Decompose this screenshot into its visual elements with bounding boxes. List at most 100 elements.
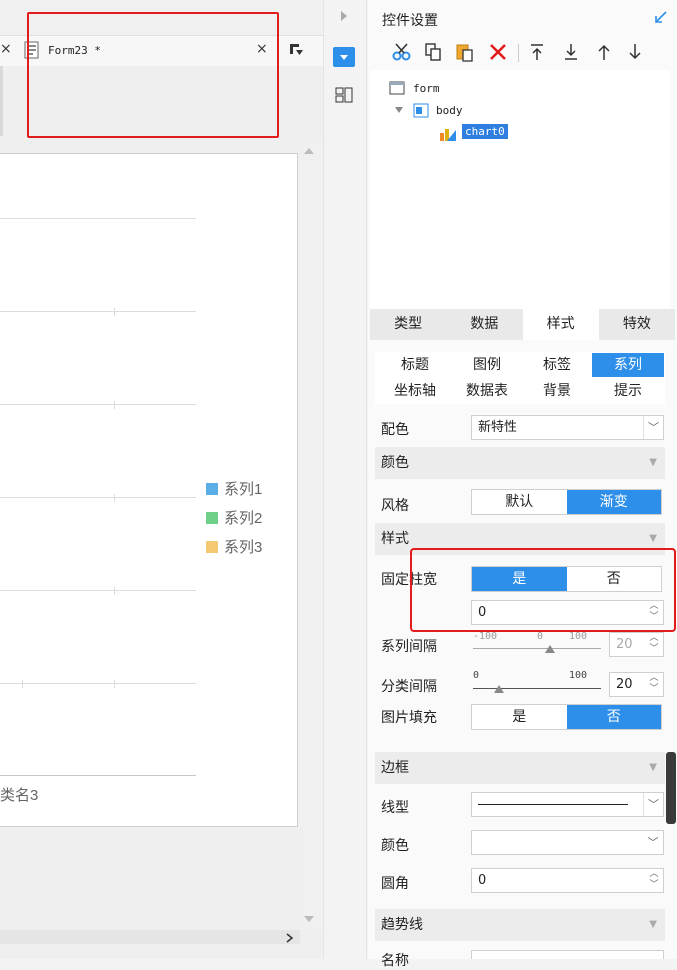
chart-tick — [114, 680, 115, 688]
copy-icon[interactable] — [423, 42, 443, 66]
chart-category-label: 类名3 — [0, 787, 39, 804]
subtab-title[interactable]: 标题 — [379, 353, 451, 377]
tree-node-body[interactable]: body — [436, 104, 463, 117]
series-gap-slider[interactable] — [473, 648, 601, 649]
style-gradient-option[interactable]: 渐变 — [566, 490, 661, 514]
section-color-title: 颜色 — [381, 455, 409, 471]
subtab-data-table[interactable]: 数据表 — [451, 379, 523, 403]
delete-icon[interactable] — [488, 42, 508, 66]
highlight-box-fixed-width — [410, 548, 676, 632]
editor-horizontal-scrollbar[interactable] — [0, 930, 300, 944]
category-gap-thumb[interactable] — [494, 685, 504, 693]
chart-tick — [114, 494, 115, 502]
move-to-top-icon[interactable] — [528, 42, 546, 66]
tab-effects[interactable]: 特效 — [599, 309, 675, 340]
stepper-icon[interactable]: ︿ ﹀ — [645, 673, 663, 696]
subtab-tooltip[interactable]: 提示 — [592, 379, 664, 403]
chevron-down-icon[interactable]: ﹀ — [643, 793, 663, 816]
color-scheme-select[interactable]: 新特性 ﹀ — [471, 415, 664, 440]
form-node-icon — [389, 81, 405, 99]
toolbar-edge — [0, 66, 3, 136]
series-gap-input[interactable]: 20 ︿ ﹀ — [609, 632, 664, 657]
tab-menu-icon[interactable] — [290, 44, 304, 60]
chart-gridline — [0, 311, 196, 312]
subtab-background[interactable]: 背景 — [521, 379, 593, 403]
category-gap-slider[interactable] — [473, 688, 601, 689]
tab-type[interactable]: 类型 — [370, 309, 446, 340]
toolbar-divider — [518, 44, 519, 62]
style-toggle[interactable]: 默认 渐变 — [471, 489, 662, 515]
chart-tick — [114, 587, 115, 595]
section-border-title: 边框 — [381, 760, 409, 776]
legend-label: 系列1 — [224, 481, 263, 498]
body-node-icon — [413, 103, 429, 122]
legend-item-series2: 系列2 — [206, 507, 262, 528]
panel-title: 控件设置 — [382, 13, 438, 29]
corner-input[interactable]: 0 ︿ ﹀ — [471, 868, 664, 893]
prev-tab-close-icon[interactable]: × — [0, 41, 12, 57]
series-gap-label: 系列间隔 — [381, 639, 437, 655]
category-gap-input[interactable]: 20 ︿ ﹀ — [609, 672, 664, 697]
section-caret-icon: ▼ — [649, 919, 657, 930]
panel-scrollbar-thumb[interactable] — [666, 752, 676, 824]
series-gap-thumb[interactable] — [545, 645, 555, 653]
subtab-axis[interactable]: 坐标轴 — [379, 379, 451, 403]
image-fill-no-option[interactable]: 否 — [566, 705, 661, 729]
layout-grid-icon[interactable] — [335, 86, 353, 108]
style-sub-tabs: 标题 图例 标签 系列 坐标轴 数据表 背景 提示 — [375, 352, 665, 404]
move-down-icon[interactable] — [626, 42, 644, 66]
legend-swatch — [206, 540, 218, 553]
chart-gridline — [0, 404, 196, 405]
paste-icon[interactable] — [455, 42, 475, 66]
subtab-label[interactable]: 标签 — [521, 353, 593, 377]
legend-swatch — [206, 511, 218, 524]
expand-arrow-icon[interactable] — [341, 11, 347, 21]
section-color[interactable]: 颜色 ▼ — [375, 447, 665, 479]
legend-item-series3: 系列3 — [206, 536, 262, 557]
solid-line-preview — [478, 804, 628, 805]
widget-settings-icon[interactable] — [333, 47, 355, 67]
image-fill-yes-option[interactable]: 是 — [472, 705, 567, 729]
series-gap-max: 100 — [569, 631, 588, 642]
chart-tick — [22, 680, 23, 688]
section-border[interactable]: 边框 ▼ — [375, 752, 665, 784]
section-caret-icon: ▼ — [649, 457, 657, 468]
name-input[interactable] — [471, 950, 664, 959]
tab-data[interactable]: 数据 — [446, 309, 522, 340]
scroll-down-icon[interactable] — [304, 916, 314, 922]
move-up-icon[interactable] — [595, 42, 613, 66]
image-fill-label: 图片填充 — [381, 710, 437, 726]
legend-item-series1: 系列1 — [206, 478, 262, 499]
section-trendline[interactable]: 趋势线 ▼ — [375, 909, 665, 941]
category-gap-max: 100 — [569, 670, 588, 681]
scroll-right-icon[interactable] — [286, 932, 294, 947]
tab-style[interactable]: 样式 — [522, 309, 599, 340]
editor-vertical-scrollbar[interactable] — [298, 140, 322, 930]
scroll-up-icon[interactable] — [304, 148, 314, 154]
highlight-box-tab — [27, 12, 279, 138]
chevron-down-icon[interactable]: ﹀ — [643, 831, 663, 854]
tree-node-chart0[interactable]: chart0 — [462, 124, 508, 139]
image-fill-toggle[interactable]: 是 否 — [471, 704, 662, 730]
line-type-label: 线型 — [381, 800, 409, 816]
chart-gridline — [0, 683, 196, 684]
subtab-legend[interactable]: 图例 — [451, 353, 523, 377]
section-style-title: 样式 — [381, 531, 409, 547]
legend-swatch — [206, 482, 218, 495]
tree-node-form[interactable]: form — [413, 82, 440, 95]
border-color-select[interactable]: ﹀ — [471, 830, 664, 855]
line-type-select[interactable]: ﹀ — [471, 792, 664, 817]
style-default-option[interactable]: 默认 — [472, 490, 567, 514]
legend-label: 系列2 — [224, 510, 263, 527]
chevron-down-icon[interactable]: ﹀ — [643, 416, 663, 439]
panel-collapse-icon[interactable] — [654, 10, 668, 28]
section-caret-icon: ▼ — [649, 762, 657, 773]
subtab-series[interactable]: 系列 — [592, 353, 664, 377]
legend-label: 系列3 — [224, 539, 263, 556]
tree-expand-icon[interactable] — [395, 107, 403, 113]
stepper-icon[interactable]: ︿ ﹀ — [645, 869, 663, 892]
chart-tick — [114, 308, 115, 316]
move-to-bottom-icon[interactable] — [562, 42, 580, 66]
cut-icon[interactable] — [392, 42, 412, 66]
stepper-icon[interactable]: ︿ ﹀ — [645, 633, 663, 656]
